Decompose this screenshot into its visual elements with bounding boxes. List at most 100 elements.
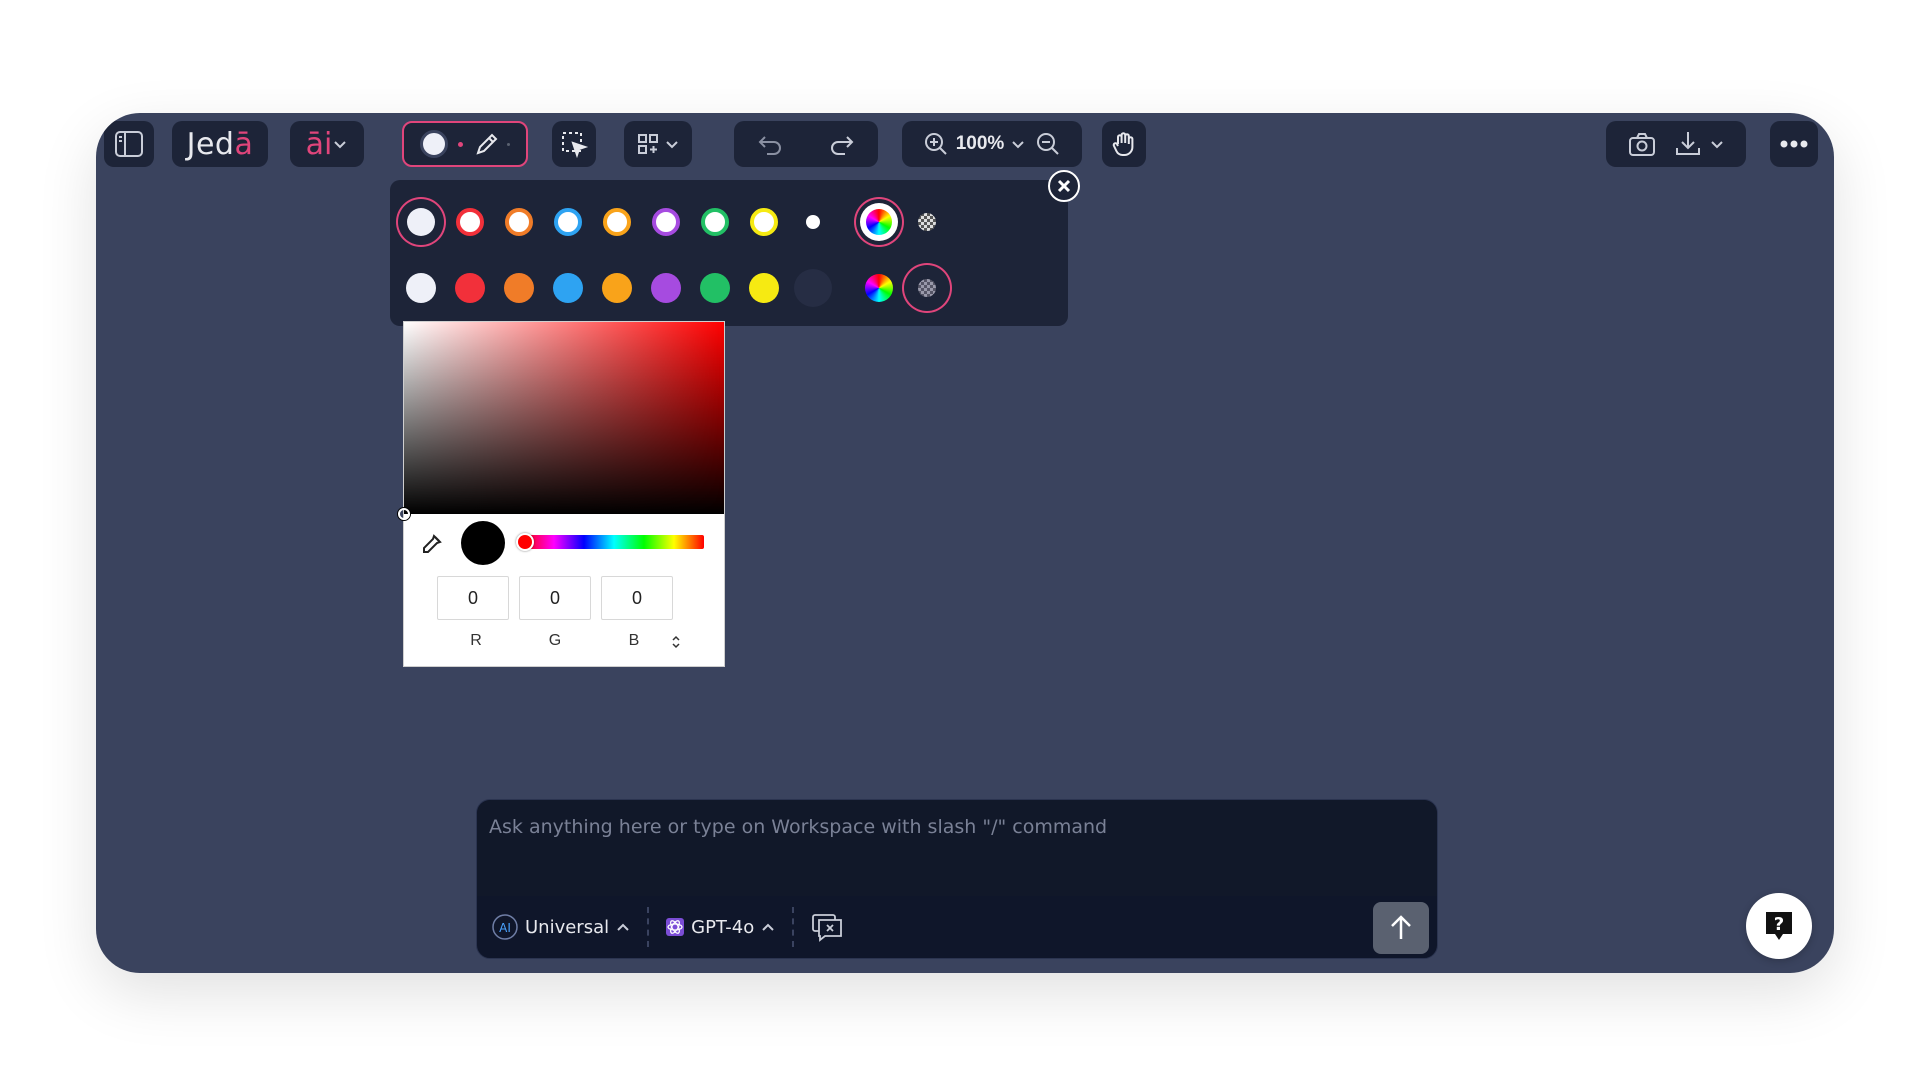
custom-stroke-color-swatch[interactable]	[856, 199, 902, 245]
chat-input[interactable]	[477, 800, 1437, 896]
fill-color-dot	[406, 273, 436, 303]
close-palette-button[interactable]	[1048, 170, 1080, 202]
close-icon	[1057, 179, 1071, 193]
logo-accent-text: ā	[234, 126, 254, 162]
workspace-canvas[interactable]: Jedā āi 100% 0 0 0 R G B Ask anything he…	[96, 113, 1834, 973]
fill-color-dot	[651, 273, 681, 303]
pencil-icon	[476, 133, 498, 155]
jeda-logo[interactable]: Jedā	[172, 121, 268, 167]
hue-slider[interactable]	[524, 535, 704, 549]
fill-color-dot	[455, 273, 485, 303]
sidebar-toggle-button[interactable]	[104, 121, 154, 167]
undo-button[interactable]	[755, 129, 785, 159]
custom-color-picker: R G B	[398, 321, 725, 667]
transparent-icon	[918, 213, 936, 231]
download-icon	[1676, 132, 1700, 155]
camera-icon	[1629, 133, 1655, 156]
zoom-in-icon	[924, 133, 947, 155]
pen-tool-button[interactable]	[402, 121, 528, 167]
stroke-size-dot-small	[507, 142, 510, 146]
undo-icon	[758, 136, 781, 155]
red-label: R	[470, 632, 482, 649]
stroke-color-swatch[interactable]	[447, 199, 493, 245]
export-group	[1606, 121, 1746, 167]
stroke-color-swatch[interactable]	[398, 199, 444, 245]
mode-selector[interactable]: AI Universal	[483, 907, 639, 947]
blue-label: B	[628, 632, 640, 649]
stroke-color-swatch[interactable]	[790, 199, 836, 245]
chevron-down-icon[interactable]	[1709, 136, 1725, 152]
stroke-color-ring	[505, 208, 533, 236]
hue-slider-handle[interactable]	[516, 533, 534, 551]
stroke-color-swatch[interactable]	[741, 199, 787, 245]
stroke-color-swatch[interactable]	[496, 199, 542, 245]
current-color-preview	[461, 521, 505, 565]
stroke-size-dot	[458, 141, 463, 147]
toolbar-divider	[647, 907, 650, 947]
screenshot-button[interactable]	[1627, 129, 1657, 159]
ai-menu-button[interactable]: āi	[290, 121, 364, 167]
chat-toolbar: AI Universal GPT-4o	[477, 896, 1437, 958]
fill-color-swatch[interactable]	[643, 265, 689, 311]
color-format-toggle[interactable]	[671, 634, 681, 653]
custom-fill-color-swatch[interactable]	[856, 265, 902, 311]
stroke-color-ring	[701, 208, 729, 236]
transparent-fill-swatch[interactable]	[904, 265, 950, 311]
stroke-color-swatch[interactable]	[594, 199, 640, 245]
zoom-level[interactable]: 100%	[956, 133, 1005, 155]
chat-clear-icon	[812, 914, 843, 942]
send-button[interactable]	[1373, 902, 1429, 954]
help-icon: ?	[1766, 912, 1792, 940]
more-dots-icon	[1780, 140, 1808, 148]
stroke-color-indicator	[420, 130, 448, 158]
chevron-up-icon	[762, 923, 774, 931]
color-wheel-icon	[860, 203, 898, 241]
fill-color-swatch[interactable]	[545, 265, 591, 311]
stroke-color-swatch[interactable]	[545, 199, 591, 245]
fill-color-swatch[interactable]	[496, 265, 542, 311]
fill-color-swatch[interactable]	[594, 265, 640, 311]
blue-input[interactable]	[601, 576, 673, 620]
elements-menu-button[interactable]	[624, 121, 692, 167]
more-menu-button[interactable]	[1770, 121, 1818, 167]
fill-color-dot	[700, 273, 730, 303]
red-input[interactable]	[437, 576, 509, 620]
stroke-color-swatch[interactable]	[692, 199, 738, 245]
help-button[interactable]: ?	[1746, 893, 1812, 959]
ai-label: āi	[305, 126, 333, 162]
chevron-down-icon	[666, 141, 678, 149]
chevron-down-icon[interactable]	[1010, 136, 1026, 152]
mode-label: Universal	[525, 916, 610, 938]
fill-color-swatch[interactable]	[447, 265, 493, 311]
fill-color-swatch[interactable]	[398, 265, 444, 311]
eyedropper-icon	[423, 534, 442, 553]
transparent-stroke-swatch[interactable]	[904, 199, 950, 245]
hand-tool-button[interactable]	[1102, 121, 1146, 167]
fill-color-swatch[interactable]	[692, 265, 738, 311]
selection-cursor-icon	[562, 132, 589, 159]
fill-color-swatch[interactable]	[741, 265, 787, 311]
svg-text:AI: AI	[499, 921, 511, 935]
redo-button[interactable]	[827, 129, 857, 159]
eyedropper-button[interactable]	[420, 532, 444, 560]
undo-redo-group	[734, 121, 878, 167]
clear-chat-button[interactable]	[802, 907, 852, 947]
zoom-in-button[interactable]	[922, 130, 950, 158]
select-tool-button[interactable]	[552, 121, 596, 167]
stroke-color-swatch[interactable]	[643, 199, 689, 245]
fill-color-swatch[interactable]	[790, 265, 836, 311]
model-label: GPT-4o	[691, 916, 755, 938]
fill-color-dot	[553, 273, 583, 303]
saturation-value-area[interactable]	[404, 322, 724, 514]
saturation-value-handle[interactable]	[398, 508, 410, 520]
zoom-out-icon	[1037, 133, 1060, 155]
arrow-up-icon	[1391, 915, 1411, 939]
download-button[interactable]	[1673, 129, 1703, 159]
model-icon	[666, 918, 685, 936]
grid-add-icon	[638, 134, 658, 154]
model-selector[interactable]: GPT-4o	[657, 907, 784, 947]
stroke-color-ring	[652, 208, 680, 236]
zoom-out-button[interactable]	[1034, 130, 1062, 158]
logo-main-text: Jed	[186, 126, 235, 162]
green-input[interactable]	[519, 576, 591, 620]
